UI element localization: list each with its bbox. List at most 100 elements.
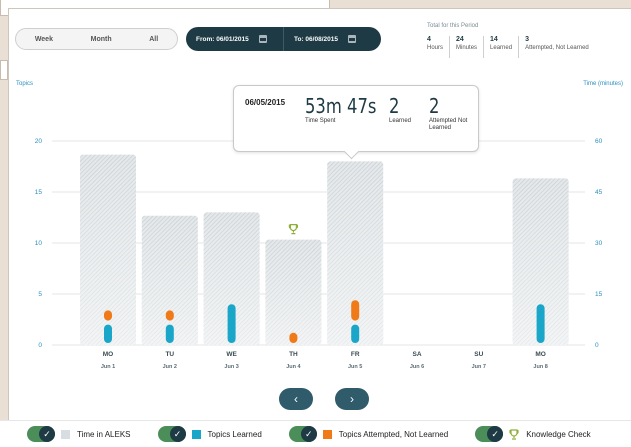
learned-toggle[interactable]: ✓ [157,426,186,442]
total-label: Minutes [456,45,478,51]
day-label: TU [165,351,174,358]
total-label: Attempted, Not Learned [525,45,589,51]
calendar-icon [258,35,267,43]
date-label: Jun 7 [472,364,486,370]
learned-bar [165,324,174,343]
to-date-button[interactable]: To: 06/08/2015 [283,27,381,51]
tooltip-attempted-value: 2 [429,94,440,118]
tooltip-time-value: 53m 47s [305,94,377,118]
range-toggle: Week Month All [15,28,178,50]
day-label: TH [289,351,298,358]
date-label: Jun 5 [348,364,362,370]
knowledge-check-toggle[interactable]: ✓ [475,426,504,442]
right-tick-label: 30 [595,240,603,247]
left-tick-label: 5 [38,291,42,298]
orange-square-icon [322,429,332,439]
date-label: Jun 8 [533,364,547,370]
right-tick-label: 0 [595,342,599,349]
left-tick-label: 10 [35,240,43,247]
tooltip-learned-label: Learned [389,118,412,124]
tooltip-attempted-label: Attempted Not Learned [429,118,468,131]
legend-label: Topics Learned [207,429,262,439]
chevron-right-icon: › [350,392,354,406]
day-tooltip: 06/05/2015 53m 47s Time Spent 2 Learned … [233,85,479,152]
time-toggle[interactable]: ✓ [27,426,55,442]
tooltip-time-spent: 53m 47s Time Spent [305,94,392,125]
day-label: SU [474,351,483,358]
next-button[interactable]: › [335,388,369,410]
total-value: 4 [427,36,431,43]
background-card-edge [0,60,8,80]
total-value: 14 [490,36,498,43]
day-label: MO [103,351,113,358]
total-hours: 4 Hours [421,36,449,58]
total-label: Hours [427,45,444,51]
tooltip-date: 06/05/2015 [245,98,286,107]
teal-square-icon [191,429,201,439]
day-label: MO [535,351,545,358]
total-value: 3 [525,36,529,43]
total-label: Learned [490,45,513,51]
time-bar-fade [265,239,322,345]
legend-time: ✓ Time in ALEKS [27,426,131,442]
left-axis-title: Topics [16,81,33,87]
date-label: Jun 1 [101,364,115,370]
check-icon: ✓ [169,426,186,442]
learned-bar [351,324,360,343]
check-icon: ✓ [487,426,504,442]
attempted-bar [289,332,298,343]
learned-bar [536,304,545,343]
date-label: Jun 3 [224,364,238,370]
attempted-bar [104,310,112,321]
gray-square-icon [61,429,70,439]
trophy-path [288,224,298,235]
attempted-bar [351,300,360,321]
tooltip-time-label: Time Spent [305,118,336,124]
knowledge-check-trophy-icon [288,224,298,235]
total-value: 24 [456,36,464,43]
total-learned: 14 Learned [483,36,518,58]
total-attempted: 3 Attempted, Not Learned [518,36,595,58]
attempted-toggle[interactable]: ✓ [288,426,317,442]
right-tick-label: 45 [595,189,603,196]
right-axis-title: Time (minutes) [583,81,623,87]
tab-week[interactable]: Week [35,36,53,43]
legend-label: Topics Attempted, Not Learned [338,429,449,439]
check-icon: ✓ [300,426,317,442]
legend-attempted: ✓ Topics Attempted, Not Learned [288,426,449,442]
tab-month[interactable]: Month [91,36,112,43]
right-tick-label: 15 [595,291,603,298]
previous-button[interactable]: ‹ [279,388,313,410]
tooltip-learned-value: 2 [389,94,400,118]
tooltip-learned: 2 Learned [389,94,411,125]
totals-title: Total for this Period [427,23,479,29]
legend-label: Time in ALEKS [77,429,131,439]
right-tick-label: 60 [595,138,603,145]
from-date-label: From: 06/01/2015 [196,35,249,43]
day-label: WE [226,351,237,358]
legend-check: ✓ Knowledge Check [475,426,591,442]
chevron-left-icon: ‹ [294,392,298,406]
check-icon: ✓ [39,426,55,442]
learned-bar [227,304,236,343]
legend-label: Knowledge Check [526,429,591,439]
calendar-icon [347,35,356,43]
to-date-label: To: 06/08/2015 [294,35,338,43]
legend-learned: ✓ Topics Learned [157,426,262,442]
trophy-icon [509,428,519,440]
date-range-picker: From: 06/01/2015 To: 06/08/2015 [186,27,381,51]
legend: ✓ Time in ALEKS ✓ Topics Learned ✓ Topic… [0,420,631,447]
left-tick-label: 15 [35,189,43,196]
totals-summary: 4 Hours 24 Minutes 14 Learned 3 Attempted, N… [421,36,595,58]
date-label: Jun 6 [410,364,424,370]
learned-bar [104,324,112,343]
date-label: Jun 2 [163,364,177,370]
tooltip-attempted: 2 Attempted Not Learned [429,94,479,132]
day-label: FR [351,351,360,358]
from-date-button[interactable]: From: 06/01/2015 [186,27,283,51]
left-tick-label: 0 [38,342,42,349]
tab-all[interactable]: All [149,36,158,43]
total-minutes: 24 Minutes [449,36,483,58]
date-label: Jun 4 [286,364,301,370]
day-label: SA [412,351,421,358]
